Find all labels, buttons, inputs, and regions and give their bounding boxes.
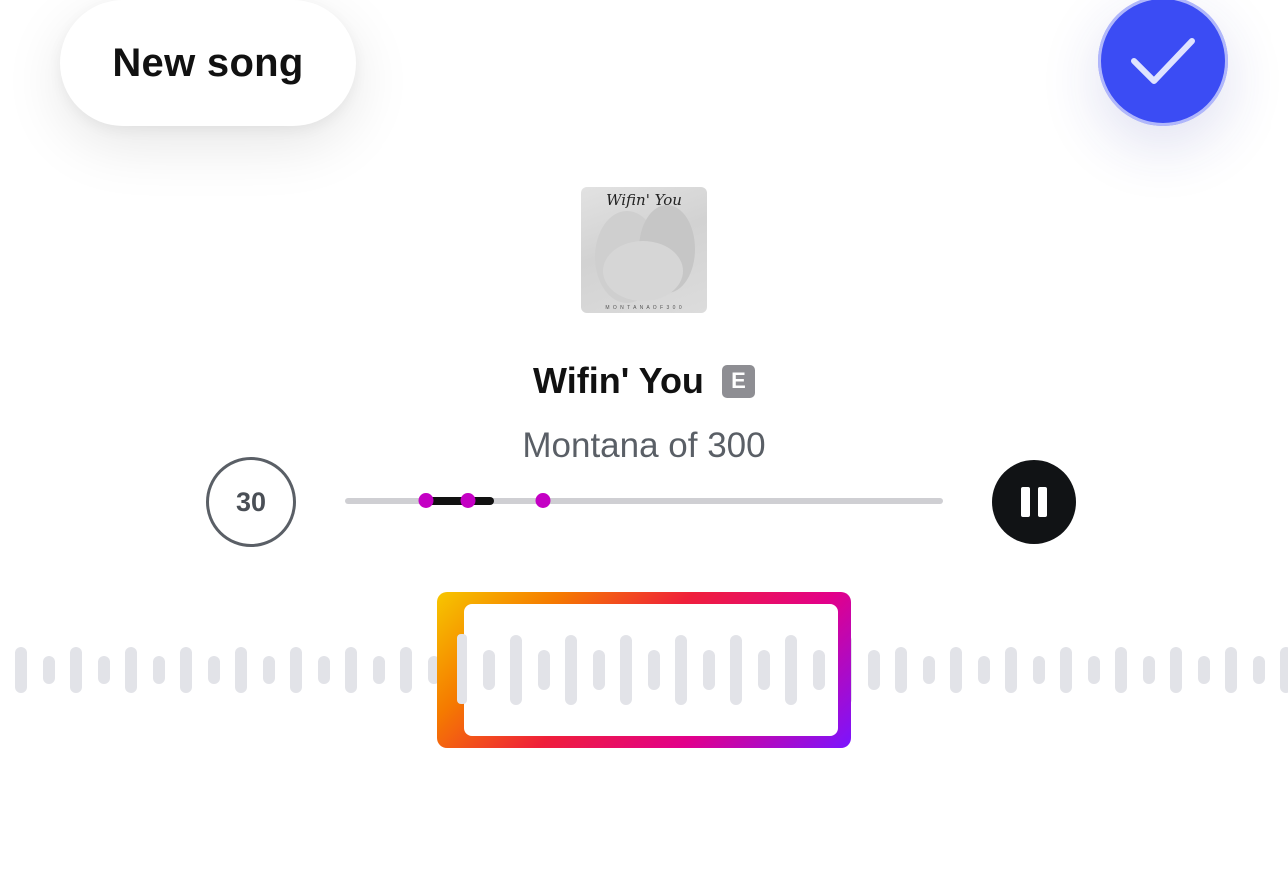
explicit-badge: E bbox=[721, 364, 755, 398]
waveform-bar bbox=[1032, 656, 1045, 684]
waveform-bar bbox=[1197, 656, 1210, 684]
selected-waveform-bar bbox=[482, 650, 495, 690]
waveform-bar bbox=[1252, 656, 1265, 684]
waveform-bar bbox=[1170, 647, 1182, 693]
waveform-bar bbox=[1087, 656, 1100, 684]
waveform-bar bbox=[180, 647, 192, 693]
waveform-bar bbox=[125, 647, 137, 693]
album-art-credit: M O N T A N A O F 3 0 0 bbox=[605, 305, 683, 311]
waveform-bar bbox=[895, 647, 907, 693]
clip-left-handle[interactable] bbox=[457, 634, 467, 704]
selected-waveform-bar bbox=[510, 635, 522, 705]
waveform-bar bbox=[345, 647, 357, 693]
album-art-title: Wifin' You bbox=[606, 191, 682, 209]
waveform-bar bbox=[97, 656, 110, 684]
pause-icon-bar-right bbox=[1038, 487, 1047, 517]
selected-waveform-bar bbox=[592, 650, 605, 690]
selected-waveform-bar bbox=[565, 635, 577, 705]
waveform-bar bbox=[922, 656, 935, 684]
selected-waveform-bar bbox=[812, 650, 825, 690]
waveform-bar bbox=[207, 656, 220, 684]
waveform-bar bbox=[1225, 647, 1237, 693]
new-song-button[interactable]: New song bbox=[60, 0, 356, 126]
waveform-bar bbox=[1115, 647, 1127, 693]
duration-button[interactable]: 30 bbox=[206, 457, 296, 547]
progress-marker bbox=[460, 493, 476, 508]
selected-waveform-bar bbox=[785, 635, 797, 705]
waveform-bar bbox=[400, 647, 412, 693]
waveform-bar bbox=[262, 656, 275, 684]
waveform-bar bbox=[152, 656, 165, 684]
song-title-row: Wifin' You E bbox=[0, 360, 1288, 402]
music-picker-screen: New song Wifin' You M O N T A N A O F 3 … bbox=[0, 0, 1288, 870]
waveform-bar bbox=[235, 647, 247, 693]
waveform-bar bbox=[1060, 647, 1072, 693]
waveform-bar bbox=[70, 647, 82, 693]
selected-waveform-bar bbox=[730, 635, 742, 705]
progress-track[interactable] bbox=[345, 493, 943, 508]
waveform-bar bbox=[372, 656, 385, 684]
pause-button[interactable] bbox=[992, 460, 1076, 544]
waveform-bar bbox=[1280, 647, 1288, 693]
waveform-bar bbox=[1142, 656, 1155, 684]
selected-waveform-bar bbox=[675, 635, 687, 705]
waveform-bar bbox=[950, 647, 962, 693]
selected-waveform-bar bbox=[620, 635, 632, 705]
selected-waveform-bar bbox=[647, 650, 660, 690]
waveform-bar bbox=[867, 650, 880, 690]
done-button[interactable] bbox=[1098, 0, 1228, 126]
selected-waveform-bar bbox=[702, 650, 715, 690]
waveform-bar bbox=[290, 647, 302, 693]
song-title: Wifin' You bbox=[533, 360, 704, 401]
waveform-bar bbox=[317, 656, 330, 684]
checkmark-icon bbox=[1131, 38, 1195, 84]
waveform-bar bbox=[15, 647, 27, 693]
album-art: Wifin' You M O N T A N A O F 3 0 0 bbox=[581, 187, 707, 313]
waveform-bar bbox=[977, 656, 990, 684]
progress-marker bbox=[418, 493, 434, 508]
progress-marker bbox=[535, 493, 551, 508]
waveform-bar bbox=[1005, 647, 1017, 693]
pause-icon-bar-left bbox=[1021, 487, 1030, 517]
waveform-bar bbox=[42, 656, 55, 684]
selected-waveform-bar bbox=[537, 650, 550, 690]
artist-name: Montana of 300 bbox=[522, 426, 766, 465]
selected-waveform-bar bbox=[757, 650, 770, 690]
